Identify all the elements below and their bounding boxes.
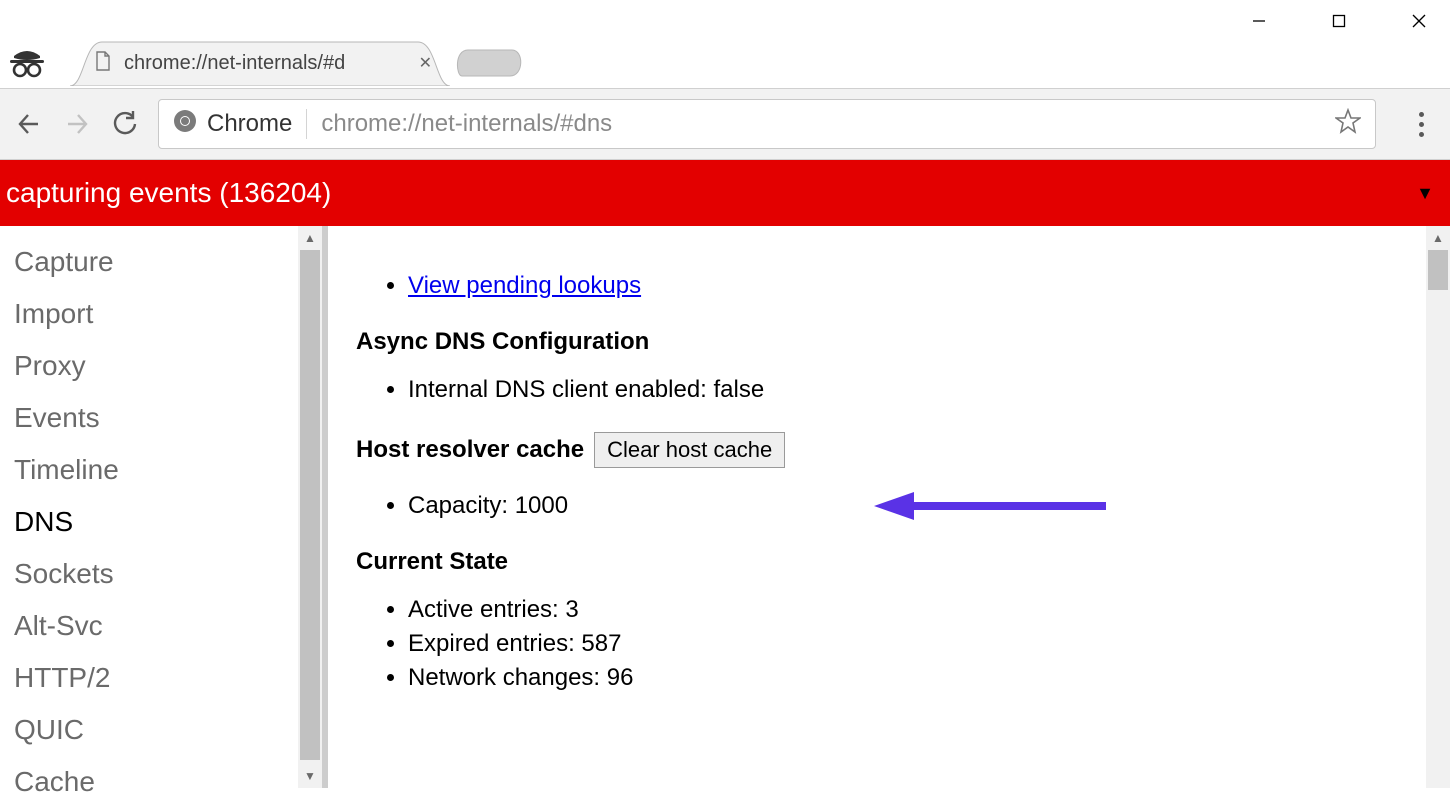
sidebar-item-quic[interactable]: QUIC — [14, 704, 322, 756]
scrollbar-thumb[interactable] — [1428, 250, 1448, 290]
scroll-up-icon[interactable]: ▲ — [298, 226, 322, 250]
url-scheme-label: Chrome — [207, 110, 292, 138]
sidebar-scrollbar[interactable]: ▲ ▼ — [298, 226, 322, 788]
window-titlebar — [0, 0, 1450, 40]
async-dns-heading: Async DNS Configuration — [356, 328, 1410, 356]
host-resolver-heading: Host resolver cache — [356, 436, 584, 464]
status-text: capturing events (136204) — [6, 177, 331, 209]
content-area: Capture Import Proxy Events Timeline DNS… — [0, 226, 1450, 788]
sidebar-item-timeline[interactable]: Timeline — [14, 444, 322, 496]
state-active: Active entries: 3 — [408, 596, 1410, 624]
tab-strip: chrome://net-internals/#d ✕ — [0, 40, 1450, 88]
scroll-up-icon[interactable]: ▲ — [1426, 226, 1450, 250]
view-pending-lookups-link[interactable]: View pending lookups — [408, 272, 641, 299]
url-chip: Chrome — [173, 109, 292, 140]
state-expired: Expired entries: 587 — [408, 630, 1410, 658]
back-button[interactable] — [14, 109, 44, 139]
main-scrollbar[interactable]: ▲ — [1426, 226, 1450, 788]
browser-tab[interactable]: chrome://net-internals/#d ✕ — [70, 40, 450, 86]
window-minimize-button[interactable] — [1236, 6, 1282, 36]
scrollbar-thumb[interactable] — [300, 250, 320, 760]
url-text: chrome://net-internals/#dns — [321, 110, 1321, 138]
tab-close-icon[interactable]: ✕ — [419, 53, 432, 73]
bookmark-star-icon[interactable] — [1335, 108, 1361, 141]
new-tab-button[interactable] — [454, 44, 524, 80]
sidebar-item-import[interactable]: Import — [14, 288, 322, 340]
clear-host-cache-button[interactable]: Clear host cache — [594, 432, 785, 468]
sidebar-item-sockets[interactable]: Sockets — [14, 548, 322, 600]
sidebar: Capture Import Proxy Events Timeline DNS… — [0, 226, 328, 788]
sidebar-item-dns[interactable]: DNS — [14, 496, 322, 548]
async-dns-item: Internal DNS client enabled: false — [408, 376, 1410, 404]
status-banner[interactable]: capturing events (136204) ▼ — [0, 160, 1450, 226]
sidebar-item-alt-svc[interactable]: Alt-Svc — [14, 600, 322, 652]
sidebar-item-cache[interactable]: Cache — [14, 756, 322, 808]
address-bar[interactable]: Chrome chrome://net-internals/#dns — [158, 99, 1376, 149]
tab-title: chrome://net-internals/#d — [124, 52, 409, 75]
separator — [306, 109, 307, 139]
sidebar-item-proxy[interactable]: Proxy — [14, 340, 322, 392]
caret-down-icon[interactable]: ▼ — [1416, 183, 1434, 204]
sidebar-item-http2[interactable]: HTTP/2 — [14, 652, 322, 704]
current-state-heading: Current State — [356, 548, 1410, 576]
sidebar-item-capture[interactable]: Capture — [14, 236, 322, 288]
annotation-arrow-icon — [870, 486, 1110, 531]
sidebar-item-events[interactable]: Events — [14, 392, 322, 444]
scroll-down-icon[interactable]: ▼ — [298, 764, 322, 788]
window-maximize-button[interactable] — [1316, 6, 1362, 36]
forward-button[interactable] — [62, 109, 92, 139]
chrome-icon — [173, 109, 197, 140]
page-icon — [92, 50, 114, 77]
browser-menu-button[interactable] — [1406, 112, 1436, 137]
state-network: Network changes: 96 — [408, 664, 1410, 692]
window-close-button[interactable] — [1396, 6, 1442, 36]
reload-button[interactable] — [110, 109, 140, 139]
browser-toolbar: Chrome chrome://net-internals/#dns — [0, 88, 1450, 160]
